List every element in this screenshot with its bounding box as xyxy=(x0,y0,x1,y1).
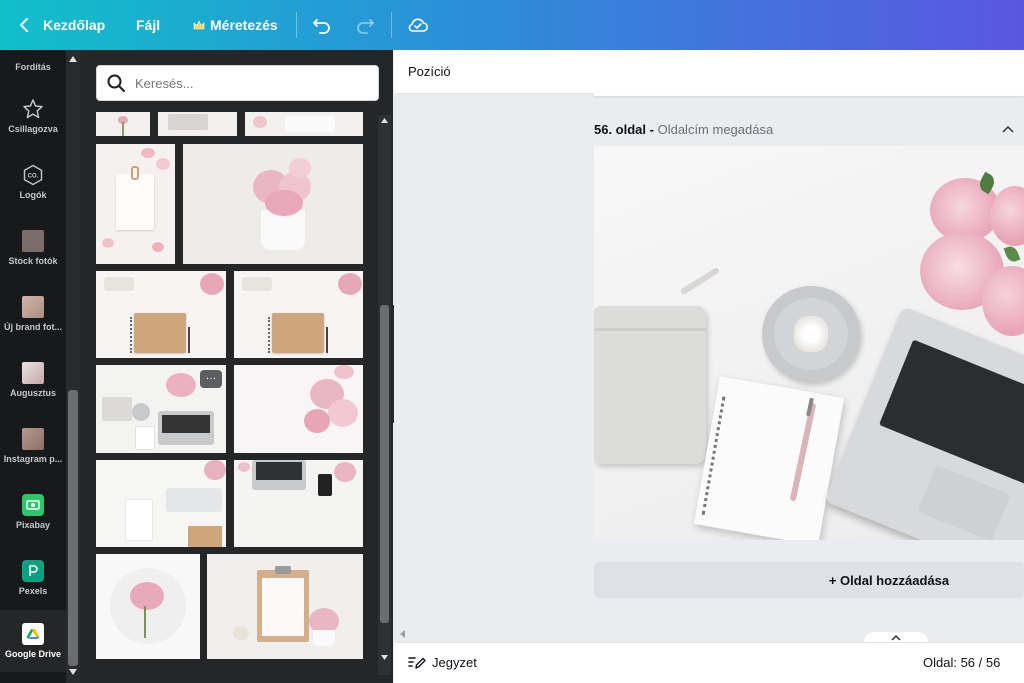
scroll-down-arrow-icon[interactable] xyxy=(381,655,388,660)
more-options-button[interactable]: … xyxy=(200,370,222,388)
google-drive-icon xyxy=(22,623,44,645)
canvas-area: 56. oldal - Oldalcím megadása + Oldal ho… xyxy=(394,92,1024,646)
rail-label: Fordítás xyxy=(15,62,51,72)
add-page-label: + Oldal hozzáadása xyxy=(828,572,950,588)
photos-panel: … xyxy=(80,50,393,683)
panel-scroll-thumb[interactable] xyxy=(380,305,389,623)
scroll-left-arrow-icon[interactable] xyxy=(400,630,406,638)
rail-scrollbar[interactable] xyxy=(66,50,80,683)
rail-label: Logók xyxy=(19,190,47,200)
position-button[interactable]: Pozíció xyxy=(408,64,451,79)
resize-button[interactable]: Méretezés xyxy=(193,0,278,50)
rail-label: Augusztus xyxy=(10,388,56,398)
photo-thumb[interactable] xyxy=(96,554,200,659)
photo-thumb[interactable] xyxy=(234,271,363,358)
save-status-button[interactable] xyxy=(407,0,429,50)
page-title-separator: - xyxy=(646,122,658,137)
rail-item-august[interactable]: Augusztus xyxy=(0,348,66,412)
rail-label: Pexels xyxy=(18,586,48,596)
page-title-input[interactable]: Oldalcím megadása xyxy=(658,122,774,137)
photo-thumb[interactable] xyxy=(96,144,175,264)
scroll-up-arrow-icon[interactable] xyxy=(69,56,77,62)
photo-thumb[interactable] xyxy=(245,112,363,136)
rail-label: Csillagozva xyxy=(8,124,58,134)
resize-label: Méretezés xyxy=(210,17,278,33)
side-rail: Fordítás Csillagozva CO. Logók Stock fot… xyxy=(0,50,66,683)
panel-scrollbar[interactable] xyxy=(378,115,391,675)
scroll-down-arrow-icon[interactable] xyxy=(69,669,77,675)
add-page-button[interactable]: + Oldal hozzáadása xyxy=(594,562,1024,598)
photo-thumb[interactable] xyxy=(96,460,226,547)
bottom-bar: Jegyzet Oldal: 56 / 56 xyxy=(394,642,1024,683)
editor-toolbar: Pozíció xyxy=(394,50,1024,94)
page-canvas[interactable] xyxy=(594,146,1024,540)
instagram-thumb-icon xyxy=(22,428,44,450)
file-menu-button[interactable]: Fájl xyxy=(136,0,160,50)
brand-photo-icon xyxy=(22,296,44,318)
rail-label: Instagram p... xyxy=(3,454,63,464)
notes-label: Jegyzet xyxy=(432,654,477,670)
star-icon xyxy=(22,98,44,120)
photo-thumb[interactable] xyxy=(207,554,363,659)
search-input[interactable] xyxy=(135,75,365,91)
photo-thumb[interactable] xyxy=(234,365,363,453)
redo-icon xyxy=(357,19,374,34)
notes-pencil-icon xyxy=(408,657,426,669)
undo-icon xyxy=(313,19,330,34)
chevron-left-icon xyxy=(20,18,28,32)
photo-thumb[interactable] xyxy=(234,460,363,547)
rail-label: Google Drive xyxy=(4,649,61,659)
cloud-check-icon xyxy=(408,18,429,32)
divider xyxy=(296,12,297,38)
search-box[interactable] xyxy=(96,65,379,101)
rail-item-stock-photos[interactable]: Stock fotók xyxy=(0,216,66,280)
crown-icon xyxy=(193,20,205,30)
rail-item-starred[interactable]: Csillagozva xyxy=(0,84,66,148)
file-label: Fájl xyxy=(136,17,161,33)
scroll-up-arrow-icon[interactable] xyxy=(381,118,388,123)
rail-item-pexels[interactable]: Pexels xyxy=(0,546,66,610)
collapse-page-icon[interactable] xyxy=(1002,125,1014,133)
undo-button[interactable] xyxy=(312,0,332,50)
divider xyxy=(391,12,392,38)
search-icon xyxy=(107,74,125,92)
top-bar: Kezdőlap Fájl Méretezés xyxy=(0,0,1024,50)
rail-label: Új brand fot... xyxy=(4,322,62,332)
folder-thumb-icon xyxy=(22,362,44,384)
rail-item-logos[interactable]: CO. Logók xyxy=(0,150,66,214)
rail-item-pixabay[interactable]: Pixabay xyxy=(0,480,66,544)
rail-scroll-thumb[interactable] xyxy=(68,390,78,666)
photo-thumb[interactable] xyxy=(183,144,363,264)
rail-item-instagram[interactable]: Instagram p... xyxy=(0,414,66,478)
stock-photos-icon xyxy=(22,230,44,252)
pexels-icon xyxy=(22,560,44,582)
canvas-photo[interactable] xyxy=(594,146,1024,540)
logo-icon: CO. xyxy=(22,164,44,186)
photo-thumb[interactable] xyxy=(96,271,226,358)
chevron-up-icon xyxy=(891,635,901,641)
page-header: 56. oldal - Oldalcím megadása xyxy=(594,122,773,137)
notes-button[interactable]: Jegyzet xyxy=(408,654,477,670)
rail-item-google-drive[interactable]: Google Drive xyxy=(0,610,66,672)
page-counter: Oldal: 56 / 56 xyxy=(923,655,1001,670)
rail-label: Stock fotók xyxy=(8,256,58,266)
photo-thumb[interactable]: … xyxy=(96,365,226,453)
pixabay-icon xyxy=(22,494,44,516)
rail-item-brand-photos[interactable]: Új brand fot... xyxy=(0,282,66,346)
svg-text:CO.: CO. xyxy=(28,174,39,180)
photo-thumb[interactable] xyxy=(158,112,237,136)
page-number-label: 56. oldal xyxy=(594,122,647,137)
rail-item-translate[interactable]: Fordítás xyxy=(0,38,66,80)
home-label: Kezdőlap xyxy=(43,17,106,33)
rail-label: Pixabay xyxy=(15,520,51,530)
photo-thumb[interactable] xyxy=(96,112,150,136)
previous-page-edge xyxy=(594,92,1024,96)
redo-button[interactable] xyxy=(355,0,375,50)
